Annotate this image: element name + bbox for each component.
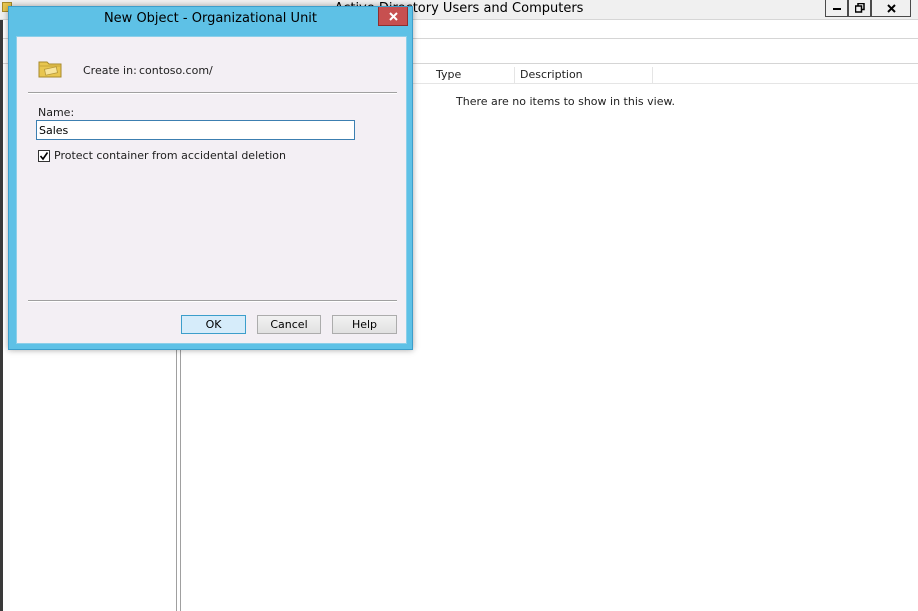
close-icon: [388, 11, 398, 21]
restore-button[interactable]: [848, 0, 871, 17]
dialog-body: Create in: contoso.com/ Name: Protect co…: [16, 36, 407, 344]
checkmark-icon: [39, 152, 49, 161]
tree-pane-edge: [0, 20, 3, 611]
new-ou-dialog: New Object - Organizational Unit Create …: [8, 6, 413, 350]
protect-checkbox-label[interactable]: Protect container from accidental deleti…: [54, 149, 286, 162]
organizational-unit-icon: [38, 61, 62, 78]
create-in-label: Create in:: [83, 64, 137, 77]
close-icon: [886, 3, 896, 13]
ok-button[interactable]: OK: [181, 315, 246, 334]
empty-list-message: There are no items to show in this view.: [456, 95, 675, 108]
column-header-description[interactable]: Description: [515, 67, 653, 84]
column-header-type[interactable]: Type: [431, 67, 515, 84]
name-input[interactable]: [36, 120, 355, 140]
dialog-title: New Object - Organizational Unit: [103, 11, 318, 26]
name-label: Name:: [38, 106, 75, 119]
minimize-button[interactable]: [825, 0, 848, 17]
dialog-close-button[interactable]: [378, 7, 408, 26]
close-window-button[interactable]: [871, 0, 911, 17]
help-button[interactable]: Help: [332, 315, 397, 334]
divider: [28, 300, 397, 302]
restore-icon: [854, 3, 865, 13]
protect-checkbox[interactable]: [38, 150, 50, 162]
cancel-button[interactable]: Cancel: [257, 315, 321, 334]
minimize-icon: [832, 8, 841, 10]
divider: [28, 92, 397, 94]
create-in-path: contoso.com/: [139, 64, 213, 77]
